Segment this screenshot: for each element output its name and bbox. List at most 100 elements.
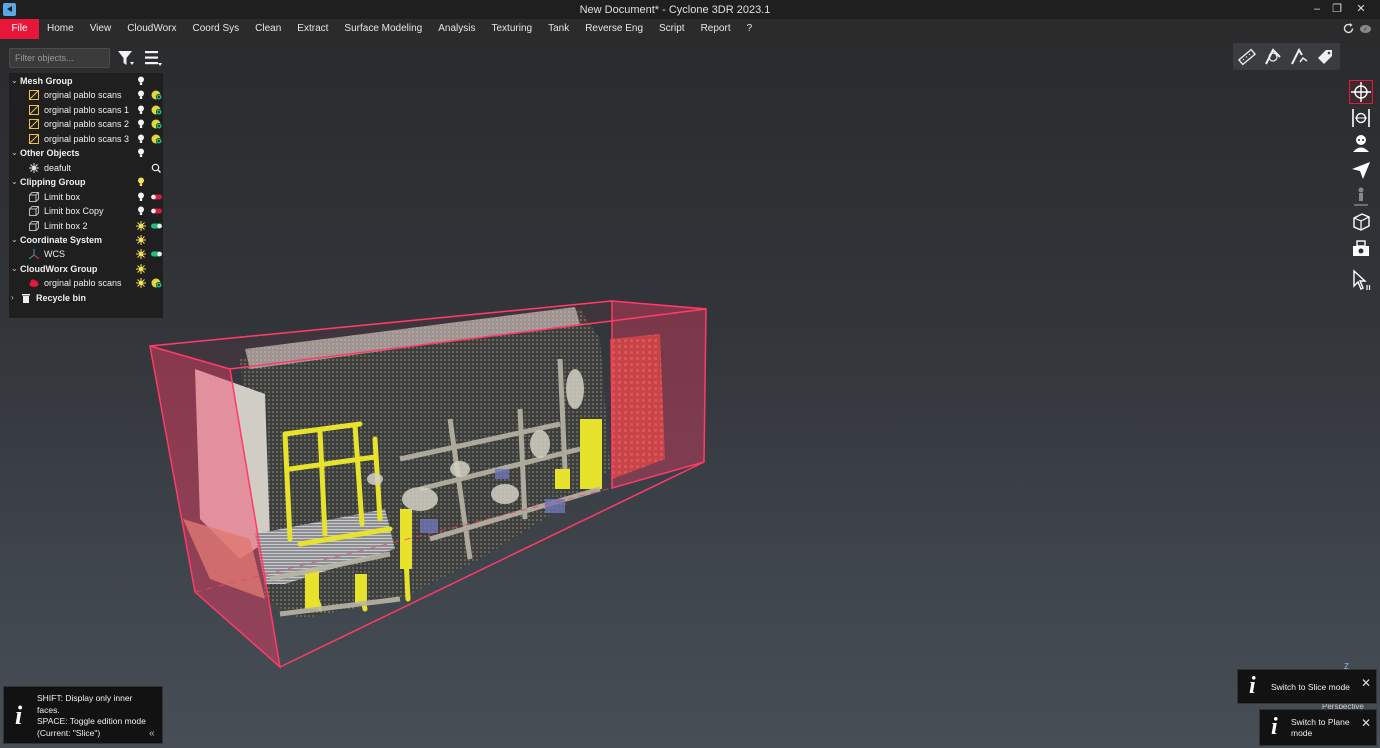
tree-item[interactable]: Limit box 2 xyxy=(9,219,163,233)
menu-reverse-eng[interactable]: Reverse Eng xyxy=(577,19,651,39)
box-icon xyxy=(29,206,39,217)
tree-label: orginal pablo scans 3 xyxy=(44,133,130,144)
menu-report[interactable]: Report xyxy=(693,19,739,39)
toggle-off-icon[interactable] xyxy=(150,192,163,202)
cube-view-icon[interactable] xyxy=(1349,210,1373,234)
camera-icon[interactable] xyxy=(1349,236,1373,260)
tree-item[interactable]: orginal pablo scans xyxy=(9,276,163,290)
tree-group[interactable]: ⌄ Clipping Group xyxy=(9,175,163,189)
bulb-visibility-icon[interactable] xyxy=(136,89,146,101)
sun-visibility-icon[interactable] xyxy=(136,263,146,275)
tree-item[interactable]: orginal pablo scans 3 xyxy=(9,132,163,146)
menu-analysis[interactable]: Analysis xyxy=(430,19,483,39)
bulb-visibility-icon[interactable] xyxy=(136,176,146,188)
angle-measure-icon[interactable] xyxy=(1263,47,1283,67)
filter-objects-input[interactable] xyxy=(9,48,110,68)
3d-viewport[interactable] xyxy=(0,39,1380,748)
tree-group[interactable]: ⌄ Mesh Group xyxy=(9,74,163,88)
tree-group[interactable]: ⌄ Coordinate System xyxy=(9,233,163,247)
tree-item[interactable]: orginal pablo scans 1 xyxy=(9,103,163,117)
tree-label: deafult xyxy=(44,162,72,173)
orbit-icon[interactable] xyxy=(1349,80,1373,104)
chevron-down-icon[interactable]: ⌄ xyxy=(11,233,18,247)
cloud-status-icon[interactable] xyxy=(150,90,163,101)
search-icon[interactable] xyxy=(150,163,163,173)
refresh-icon[interactable] xyxy=(1342,22,1355,35)
cloud-status-icon[interactable] xyxy=(150,134,163,144)
menu-script[interactable]: Script xyxy=(651,19,693,39)
cloud-status-icon[interactable]: ✓ xyxy=(1359,22,1372,35)
bulb-visibility-icon[interactable] xyxy=(136,191,146,203)
tip-line: faces. xyxy=(37,704,60,715)
minimize-button[interactable]: – xyxy=(1306,0,1328,19)
menu-file[interactable]: File xyxy=(0,19,39,39)
menu-texturing[interactable]: Texturing xyxy=(484,19,541,39)
tree-item[interactable]: WCS xyxy=(9,247,163,261)
menu-tank[interactable]: Tank xyxy=(540,19,577,39)
plane-mode-toast[interactable]: i Switch to Plane mode ✕ xyxy=(1259,709,1377,746)
tree-group[interactable]: ⌄ Other Objects xyxy=(9,146,163,160)
sun-visibility-icon[interactable] xyxy=(136,248,146,260)
menu-view[interactable]: View xyxy=(82,19,120,39)
toggle-on-icon[interactable] xyxy=(150,249,163,259)
tree-item[interactable]: orginal pablo scans xyxy=(9,88,163,102)
sun-visibility-icon[interactable] xyxy=(136,277,146,289)
chevron-down-icon[interactable]: ⌄ xyxy=(11,262,18,276)
sun-visibility-icon[interactable] xyxy=(136,220,146,232)
menu-extract[interactable]: Extract xyxy=(289,19,336,39)
close-icon[interactable]: ✕ xyxy=(1361,676,1371,690)
view-toolbar xyxy=(1347,78,1375,296)
selection-cursor-icon[interactable] xyxy=(1349,268,1373,292)
menu-cloudworx[interactable]: CloudWorx xyxy=(119,19,184,39)
toggle-on-icon[interactable] xyxy=(150,221,163,231)
point-cloud-scene[interactable] xyxy=(0,39,1380,748)
pan-fit-icon[interactable] xyxy=(1349,106,1373,130)
pedestrian-icon[interactable] xyxy=(1349,184,1373,208)
tree-item[interactable]: orginal pablo scans 2 xyxy=(9,117,163,131)
walk-view-icon[interactable] xyxy=(1349,132,1373,156)
tree-group[interactable]: › Recycle bin xyxy=(9,291,163,305)
filter-icon[interactable] xyxy=(116,48,136,68)
menu-surface-modeling[interactable]: Surface Modeling xyxy=(336,19,430,39)
axes-icon xyxy=(29,249,39,260)
window-title: New Document* - Cyclone 3DR 2023.1 xyxy=(579,4,771,16)
tree-label: CloudWorx Group xyxy=(20,263,98,274)
chevron-down-icon[interactable]: ⌄ xyxy=(11,74,18,88)
menu-home[interactable]: Home xyxy=(39,19,82,39)
tree-group[interactable]: ⌄ CloudWorx Group xyxy=(9,262,163,276)
cloud-status-icon[interactable] xyxy=(150,105,163,115)
close-button[interactable]: ✕ xyxy=(1350,0,1372,19)
tree-item[interactable]: Limit box Copy xyxy=(9,204,163,218)
close-icon[interactable]: ✕ xyxy=(1361,716,1371,730)
tree-item[interactable]: deafult xyxy=(9,161,163,175)
cloud-status-icon[interactable] xyxy=(150,278,163,289)
bulb-visibility-icon[interactable] xyxy=(136,205,146,217)
bulb-visibility-icon[interactable] xyxy=(136,118,146,130)
tree-label: Mesh Group xyxy=(20,76,73,86)
collapse-chevron-icon[interactable]: « xyxy=(149,728,155,739)
distance-measure-icon[interactable] xyxy=(1289,47,1309,67)
menu-coord-sys[interactable]: Coord Sys xyxy=(184,19,247,39)
fly-mode-icon[interactable] xyxy=(1349,158,1373,182)
toggle-off-icon[interactable] xyxy=(150,206,163,216)
tree-label: Other Objects xyxy=(20,148,80,159)
chevron-down-icon[interactable]: ⌄ xyxy=(11,146,18,160)
menu-clean[interactable]: Clean xyxy=(247,19,289,39)
sun-visibility-icon[interactable] xyxy=(136,234,146,246)
menu-help[interactable]: ? xyxy=(739,19,761,39)
cloud-status-icon[interactable] xyxy=(150,119,163,130)
ruler-icon[interactable] xyxy=(1237,47,1257,67)
trash-icon xyxy=(22,293,30,303)
slice-mode-toast[interactable]: i Switch to Slice mode ✕ xyxy=(1237,669,1377,704)
bulb-visibility-icon[interactable] xyxy=(136,147,146,159)
bulb-visibility-icon[interactable] xyxy=(136,104,146,116)
restore-button[interactable]: ❐ xyxy=(1326,0,1348,19)
chevron-down-icon[interactable]: ⌄ xyxy=(11,175,18,189)
hamburger-menu-icon[interactable] xyxy=(143,48,163,68)
label-tag-icon[interactable] xyxy=(1315,47,1335,67)
bulb-visibility-icon[interactable] xyxy=(136,133,146,145)
tree-item[interactable]: Limit box xyxy=(9,190,163,204)
bulb-visibility-icon[interactable] xyxy=(136,75,146,87)
chevron-right-icon[interactable]: › xyxy=(11,291,14,305)
light-icon xyxy=(29,162,39,173)
